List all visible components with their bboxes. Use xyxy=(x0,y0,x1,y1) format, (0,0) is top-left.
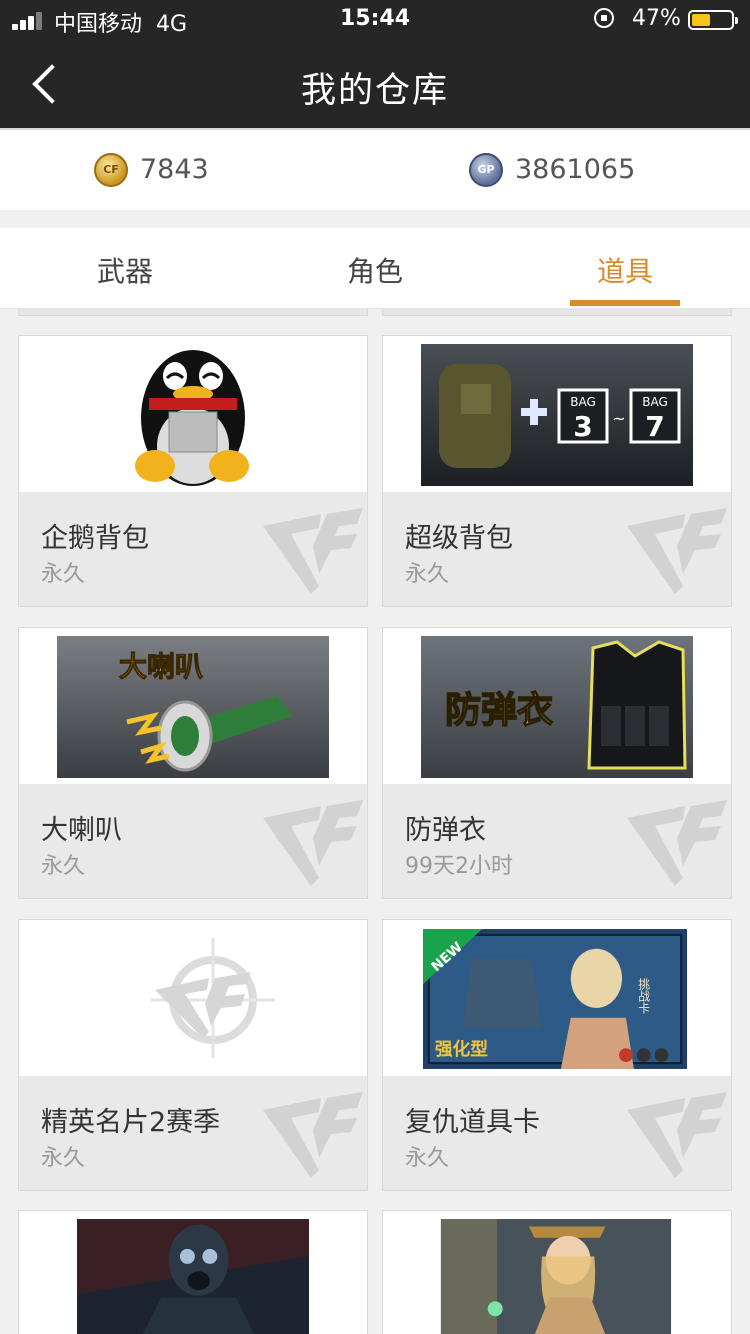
battery-icon xyxy=(688,10,738,30)
item-duration: 永久 xyxy=(405,562,450,587)
tab-characters[interactable]: 角色 xyxy=(250,250,500,290)
item-image xyxy=(19,1211,367,1334)
gp-coin-icon: GP xyxy=(469,153,503,187)
item-info: 企鹅背包 永久 xyxy=(19,492,367,606)
item-card-megaphone[interactable]: 大喇叭 大喇叭 永久 xyxy=(18,627,368,899)
cf-coin-icon: CF xyxy=(94,153,128,187)
cf-watermark-icon xyxy=(625,506,729,598)
battery-percent: 47% xyxy=(632,6,681,31)
item-duration: 永久 xyxy=(41,562,86,587)
svg-text:BAG: BAG xyxy=(642,395,668,409)
item-info: 复仇道具卡 永久 xyxy=(383,1076,731,1190)
svg-text:BAG: BAG xyxy=(570,395,596,409)
item-name: 精英名片2赛季 xyxy=(41,1107,221,1138)
item-name: 复仇道具卡 xyxy=(405,1107,540,1138)
item-info: 精英名片2赛季 永久 xyxy=(19,1076,367,1190)
top-bar: 中国移动 4G 15:44 47% 我的仓库 xyxy=(0,0,750,128)
tab-weapons[interactable]: 武器 xyxy=(0,250,250,290)
page-title: 我的仓库 xyxy=(300,71,449,111)
svg-text:~: ~ xyxy=(612,409,625,428)
tab-items[interactable]: 道具 xyxy=(500,250,750,290)
item-card-bulletproof-vest[interactable]: 防弹衣 防弹衣 99天2小时 xyxy=(382,627,732,899)
item-image xyxy=(19,920,367,1076)
item-card-elite-namecard[interactable]: 精英名片2赛季 永久 xyxy=(18,919,368,1191)
item-card-gas-mask-soldier[interactable] xyxy=(18,1210,368,1334)
previous-card-edge xyxy=(18,308,368,316)
item-image xyxy=(19,336,367,492)
item-image: NEW 强化型 挑战卡 xyxy=(383,920,731,1076)
item-duration: 永久 xyxy=(405,1146,450,1171)
item-name: 企鹅背包 xyxy=(41,523,149,554)
item-image: 大喇叭 xyxy=(19,628,367,784)
cf-watermark-icon xyxy=(261,506,365,598)
super-backpack-icon: BAG 3 ~ BAG 7 xyxy=(421,344,693,486)
cf-points-value: 7843 xyxy=(140,154,209,185)
cf-watermark-icon xyxy=(261,1090,365,1182)
svg-text:挑战卡: 挑战卡 xyxy=(637,978,651,1014)
active-tab-indicator xyxy=(570,300,680,306)
cf-logo-placeholder-icon xyxy=(151,938,275,1058)
item-image: 防弹衣 xyxy=(383,628,731,784)
cf-watermark-icon xyxy=(261,798,365,890)
item-info: 大喇叭 永久 xyxy=(19,784,367,898)
category-tabs: 武器 角色 道具 xyxy=(0,228,750,309)
item-name: 超级背包 xyxy=(405,523,513,554)
gas-mask-soldier-icon xyxy=(77,1219,309,1334)
bulletproof-vest-icon: 防弹衣 xyxy=(421,636,693,778)
item-name: 大喇叭 xyxy=(41,815,122,846)
item-name: 防弹衣 xyxy=(405,815,486,846)
gp-value: 3861065 xyxy=(515,154,636,185)
cf-watermark-icon xyxy=(625,798,729,890)
revenge-card-icon: NEW 强化型 挑战卡 xyxy=(423,929,688,1069)
item-image xyxy=(383,1211,731,1334)
svg-text:防弹衣: 防弹衣 xyxy=(445,690,553,731)
previous-card-edge xyxy=(382,308,732,316)
penguin-backpack-icon xyxy=(135,350,249,486)
item-duration: 99天2小时 xyxy=(405,854,513,879)
item-duration: 永久 xyxy=(41,1146,86,1171)
item-info: 防弹衣 99天2小时 xyxy=(383,784,731,898)
status-bar: 中国移动 4G 15:44 47% xyxy=(0,0,750,40)
svg-text:3: 3 xyxy=(573,410,592,443)
item-card-revenge-card[interactable]: NEW 强化型 挑战卡 复仇道具卡 永久 xyxy=(382,919,732,1191)
svg-text:强化型: 强化型 xyxy=(435,1038,488,1060)
item-image: BAG 3 ~ BAG 7 xyxy=(383,336,731,492)
rotation-lock-icon xyxy=(594,8,614,28)
cf-watermark-icon xyxy=(625,1090,729,1182)
currency-bar: CF 7843 GP 3861065 xyxy=(0,128,750,210)
item-card-penguin-backpack[interactable]: 企鹅背包 永久 xyxy=(18,335,368,607)
female-officer-icon xyxy=(440,1219,672,1334)
item-card-female-officer[interactable] xyxy=(382,1210,732,1334)
megaphone-icon: 大喇叭 xyxy=(57,636,329,778)
item-card-super-backpack[interactable]: BAG 3 ~ BAG 7 超级背包 永久 xyxy=(382,335,732,607)
svg-text:大喇叭: 大喇叭 xyxy=(119,650,203,683)
item-duration: 永久 xyxy=(41,854,86,879)
item-info: 超级背包 永久 xyxy=(383,492,731,606)
svg-text:7: 7 xyxy=(645,410,664,443)
